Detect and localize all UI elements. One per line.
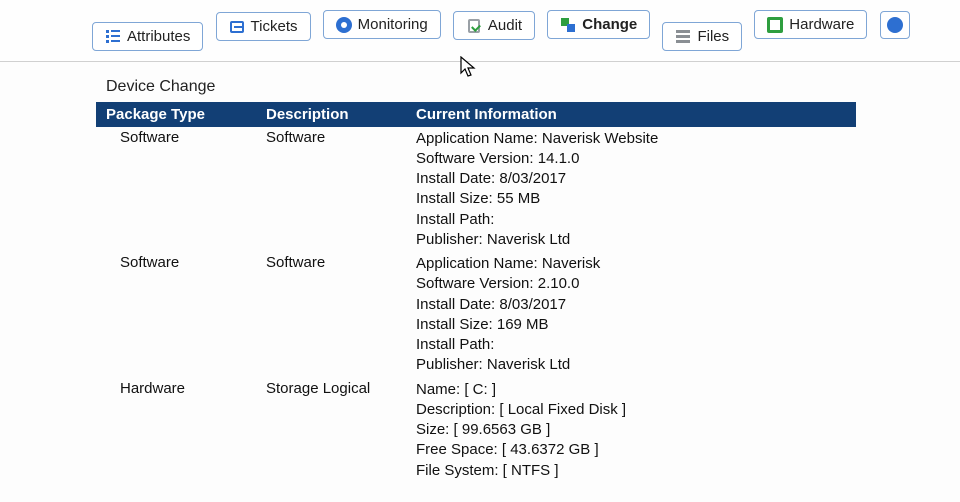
info-line: Description: [ Local Fixed Disk ] xyxy=(416,400,846,420)
cell-package-type: Hardware xyxy=(96,378,256,483)
info-line: File System: [ NTFS ] xyxy=(416,461,846,481)
panel-title: Device Change xyxy=(106,78,856,96)
info-line: Application Name: Naverisk Website xyxy=(416,129,846,149)
cell-description: Storage Logical xyxy=(256,378,406,483)
info-line: Install Date: 8/03/2017 xyxy=(416,169,846,189)
tab-next-cutoff[interactable] xyxy=(880,11,910,39)
info-line: Install Size: 169 MB xyxy=(416,315,846,335)
info-line: Software Version: 14.1.0 xyxy=(416,149,846,169)
tab-label: Hardware xyxy=(789,16,854,33)
circle-icon xyxy=(887,17,903,33)
cell-description: Software xyxy=(256,127,406,253)
col-current-info: Current Information xyxy=(406,102,856,127)
info-line: Publisher: Naverisk Ltd xyxy=(416,230,846,250)
table-header-row: Package Type Description Current Informa… xyxy=(96,102,856,127)
chip-icon xyxy=(767,17,783,33)
info-line: Software Version: 2.10.0 xyxy=(416,274,846,294)
info-line: Install Path: xyxy=(416,210,846,230)
tab-label: Audit xyxy=(488,17,522,34)
tab-strip: Attributes Tickets Monitoring Audit Chan… xyxy=(0,0,960,62)
col-package-type: Package Type xyxy=(96,102,256,127)
info-line: Publisher: Naverisk Ltd xyxy=(416,355,846,375)
eye-icon xyxy=(336,17,352,33)
tab-label: Attributes xyxy=(127,28,190,45)
info-line: Install Path: xyxy=(416,335,846,355)
device-change-table: Package Type Description Current Informa… xyxy=(96,102,856,483)
info-line: Size: [ 99.6563 GB ] xyxy=(416,420,846,440)
cell-current-information: Application Name: Naverisk WebsiteSoftwa… xyxy=(406,127,856,253)
cell-current-information: Application Name: NaveriskSoftware Versi… xyxy=(406,252,856,378)
files-icon xyxy=(675,28,691,44)
tab-files[interactable]: Files xyxy=(662,22,742,51)
cell-current-information: Name: [ C: ]Description: [ Local Fixed D… xyxy=(406,378,856,483)
table-row: SoftwareSoftwareApplication Name: Naveri… xyxy=(96,127,856,253)
clipboard-check-icon xyxy=(466,18,482,34)
tab-change[interactable]: Change xyxy=(547,10,650,39)
change-icon xyxy=(560,17,576,33)
tab-tickets[interactable]: Tickets xyxy=(216,12,311,41)
info-line: Install Date: 8/03/2017 xyxy=(416,295,846,315)
cell-package-type: Software xyxy=(96,127,256,253)
cell-description: Software xyxy=(256,252,406,378)
info-line: Install Size: 55 MB xyxy=(416,189,846,209)
tab-label: Files xyxy=(697,28,729,45)
ticket-icon xyxy=(229,19,245,35)
table-row: SoftwareSoftwareApplication Name: Naveri… xyxy=(96,252,856,378)
tab-label: Tickets xyxy=(251,18,298,35)
tab-attributes[interactable]: Attributes xyxy=(92,22,203,51)
tab-hardware[interactable]: Hardware xyxy=(754,10,867,39)
device-change-panel: Device Change Package Type Description C… xyxy=(96,78,856,483)
tab-audit[interactable]: Audit xyxy=(453,11,535,40)
tab-monitoring[interactable]: Monitoring xyxy=(323,10,441,39)
col-description: Description xyxy=(256,102,406,127)
cell-package-type: Software xyxy=(96,252,256,378)
table-row: HardwareStorage LogicalName: [ C: ]Descr… xyxy=(96,378,856,483)
list-icon xyxy=(105,28,121,44)
info-line: Name: [ C: ] xyxy=(416,380,846,400)
tab-label: Change xyxy=(582,16,637,33)
tab-label: Monitoring xyxy=(358,16,428,33)
info-line: Application Name: Naverisk xyxy=(416,254,846,274)
info-line: Free Space: [ 43.6372 GB ] xyxy=(416,440,846,460)
